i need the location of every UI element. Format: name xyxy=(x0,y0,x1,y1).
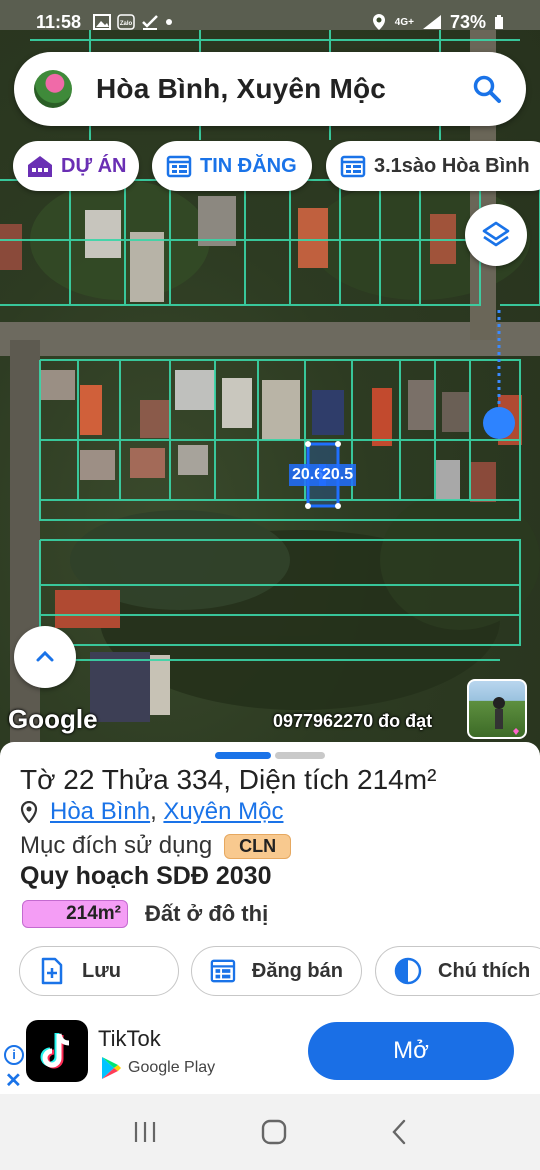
location-status-icon xyxy=(372,14,385,30)
parcel-title: Tờ 22 Thửa 334, Diện tích 214m² xyxy=(20,764,437,795)
post-for-sale-button[interactable]: Đăng bán xyxy=(191,946,362,996)
ad-store: Google Play xyxy=(100,1056,215,1080)
recent-apps-icon[interactable] xyxy=(131,1120,159,1144)
my-location-dot xyxy=(483,407,515,439)
layers-button[interactable] xyxy=(465,204,527,266)
google-logo: Google xyxy=(8,704,98,734)
zalo-icon: Zalo xyxy=(117,14,135,30)
legend-label: Chú thích xyxy=(438,959,531,982)
sheet-number: 22 xyxy=(63,764,95,795)
expand-up-button[interactable] xyxy=(14,626,76,688)
home-icon[interactable] xyxy=(260,1118,288,1146)
chip-du-an[interactable]: DỰ ÁN xyxy=(13,141,139,191)
save-button[interactable]: Lưu xyxy=(19,946,179,996)
parcel-length-label: 20.5 xyxy=(319,464,357,486)
add-document-icon xyxy=(41,957,63,985)
parcel-area: 214m² xyxy=(357,764,437,795)
app-logo[interactable] xyxy=(34,70,72,108)
battery-percent: 73% xyxy=(449,11,486,32)
lot-number: 334 xyxy=(176,764,224,795)
purpose-label: Mục đích sử dụng xyxy=(20,832,213,859)
commune-link[interactable]: Hòa Bình xyxy=(50,798,150,826)
chip-label: TIN ĐĂNG xyxy=(200,154,297,177)
plan-area-badge: 214m² xyxy=(22,900,128,928)
plan-zone-label: Đất ở đô thị xyxy=(145,901,269,926)
status-time: 11:58 xyxy=(36,11,82,32)
district-link[interactable]: Xuyên Mộc xyxy=(163,798,283,826)
chip-saved-listing[interactable]: 3.1sào Hòa Bình xyxy=(326,141,540,191)
page-dot[interactable] xyxy=(275,752,325,759)
listing-icon xyxy=(166,155,192,178)
network-type: 4G+ xyxy=(394,16,414,28)
land-use-purpose: Mục đích sử dụng CLN xyxy=(20,832,292,860)
location-pin-icon xyxy=(20,801,38,823)
ad-open-button[interactable]: Mở xyxy=(308,1022,514,1080)
status-bar: 11:58 Zalo 4G+ 73% xyxy=(0,0,540,44)
parcel-info-sheet[interactable]: Tờ 22 Thửa 334, Diện tích 214m² Hòa Bình… xyxy=(0,742,540,1008)
half-circle-icon xyxy=(394,957,422,985)
chip-label: 3.1sào Hòa Bình xyxy=(374,154,530,177)
page-indicator[interactable] xyxy=(215,752,325,759)
layers-icon xyxy=(482,221,510,247)
ad-close-icon[interactable]: ✕ xyxy=(5,1068,22,1093)
listing-icon xyxy=(340,155,366,178)
purpose-badge: CLN xyxy=(224,833,292,859)
check-icon xyxy=(142,15,158,30)
plan-row: 214m² Đất ở đô thị xyxy=(22,900,268,928)
parcel-location: Hòa Bình, Xuyên Mộc xyxy=(20,798,283,826)
search-icon[interactable] xyxy=(472,74,502,104)
save-label: Lưu xyxy=(82,959,121,982)
page-dot-active[interactable] xyxy=(215,752,271,759)
chevron-up-icon xyxy=(36,650,54,662)
back-icon[interactable] xyxy=(389,1118,409,1146)
post-for-sale-label: Đăng bán xyxy=(251,959,343,982)
chip-tin-dang[interactable]: TIN ĐĂNG xyxy=(152,141,312,191)
plan-title: Quy hoạch SDĐ 2030 xyxy=(20,862,272,890)
calendar-list-icon xyxy=(210,959,236,983)
google-play-icon xyxy=(102,1057,121,1079)
gallery-icon xyxy=(93,14,112,30)
search-location-title[interactable]: Hòa Bình, Xuyên Mộc xyxy=(96,73,386,105)
ad-banner[interactable]: i ✕ TikTok Google Play Mở xyxy=(0,1008,540,1094)
ad-store-label: Google Play xyxy=(128,1059,216,1076)
building-icon xyxy=(28,156,52,177)
map-overlay-text: 0977962270 đo đạt xyxy=(273,711,433,731)
photo-thumbnail[interactable] xyxy=(467,679,527,739)
legend-button[interactable]: Chú thích xyxy=(375,946,540,996)
ad-app-name[interactable]: TikTok xyxy=(98,1026,161,1052)
svg-text:Zalo: Zalo xyxy=(120,21,133,27)
ad-info-icon[interactable]: i xyxy=(4,1045,24,1065)
search-bar[interactable]: Hòa Bình, Xuyên Mộc xyxy=(14,52,526,126)
tiktok-app-icon[interactable] xyxy=(26,1020,88,1082)
system-nav-bar xyxy=(0,1094,540,1170)
notification-dot-icon xyxy=(166,19,173,25)
chip-label: DỰ ÁN xyxy=(61,154,127,177)
battery-icon xyxy=(495,15,503,29)
signal-icon xyxy=(422,15,441,29)
